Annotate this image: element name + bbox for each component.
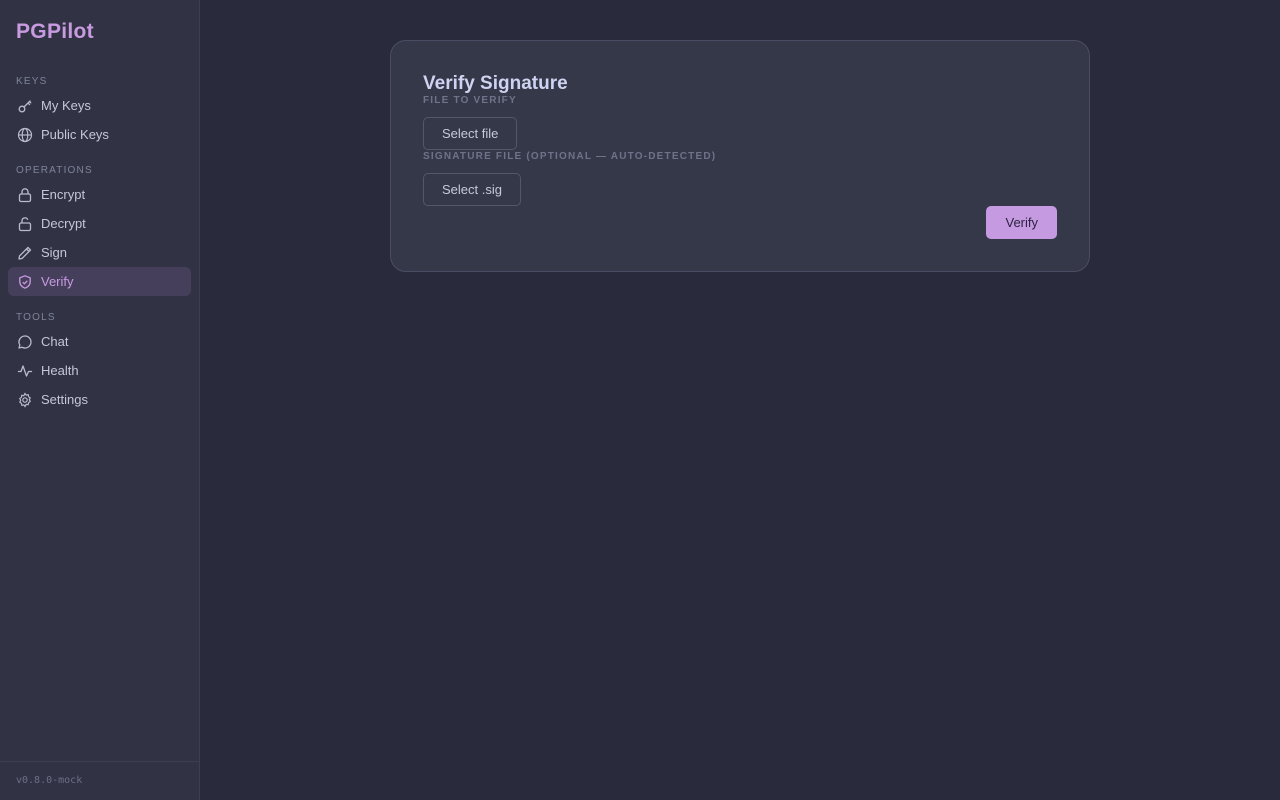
globe-icon	[17, 127, 33, 143]
app-brand: PGPilot	[16, 20, 94, 43]
sidebar-item-label: My Keys	[41, 98, 91, 113]
verify-card: Verify Signature FILE TO VERIFY Select f…	[390, 40, 1090, 272]
sidebar-item-label: Public Keys	[41, 127, 109, 142]
sidebar-item-chat[interactable]: Chat	[8, 327, 191, 356]
sidebar-item-sign[interactable]: Sign	[8, 238, 191, 267]
pen-icon	[17, 245, 33, 261]
select-sig-button[interactable]: Select .sig	[423, 173, 521, 206]
sidebar-item-my-keys[interactable]: My Keys	[8, 91, 191, 120]
sidebar-footer-divider	[0, 761, 199, 762]
sidebar: PGPilot KEYS My Keys Public Keys OPERATI…	[0, 0, 200, 800]
app-version: v0.8.0-mock	[16, 775, 83, 786]
verify-button[interactable]: Verify	[986, 206, 1057, 239]
sidebar-item-label: Encrypt	[41, 187, 86, 202]
key-icon	[17, 98, 33, 114]
sidebar-item-settings[interactable]: Settings	[8, 385, 191, 414]
section-label-operations: OPERATIONS	[16, 165, 93, 176]
sidebar-item-encrypt[interactable]: Encrypt	[8, 180, 191, 209]
sidebar-item-public-keys[interactable]: Public Keys	[8, 120, 191, 149]
sidebar-item-verify[interactable]: Verify	[8, 267, 191, 296]
lock-icon	[17, 187, 33, 203]
select-file-button[interactable]: Select file	[423, 117, 518, 150]
shield-check-icon	[17, 274, 33, 290]
signature-file-label: SIGNATURE FILE (OPTIONAL — AUTO-DETECTED…	[423, 151, 717, 162]
section-label-keys: KEYS	[16, 76, 48, 87]
sidebar-item-label: Settings	[41, 392, 88, 407]
sidebar-item-health[interactable]: Health	[8, 356, 191, 385]
sidebar-item-label: Sign	[41, 245, 68, 260]
file-to-verify-label: FILE TO VERIFY	[423, 95, 517, 106]
app-window: PGPilot KEYS My Keys Public Keys OPERATI…	[0, 0, 1280, 800]
sidebar-item-label: Verify	[41, 274, 74, 289]
activity-icon	[17, 363, 33, 379]
sidebar-item-label: Health	[41, 363, 79, 378]
sidebar-item-decrypt[interactable]: Decrypt	[8, 209, 191, 238]
section-label-tools: TOOLS	[16, 312, 56, 323]
unlock-icon	[17, 216, 33, 232]
sidebar-item-label: Chat	[41, 334, 69, 349]
page-title: Verify Signature	[423, 73, 568, 94]
main-content: Verify Signature FILE TO VERIFY Select f…	[200, 0, 1280, 800]
sidebar-item-label: Decrypt	[41, 216, 86, 231]
gear-icon	[17, 391, 33, 408]
chat-icon	[17, 334, 33, 350]
